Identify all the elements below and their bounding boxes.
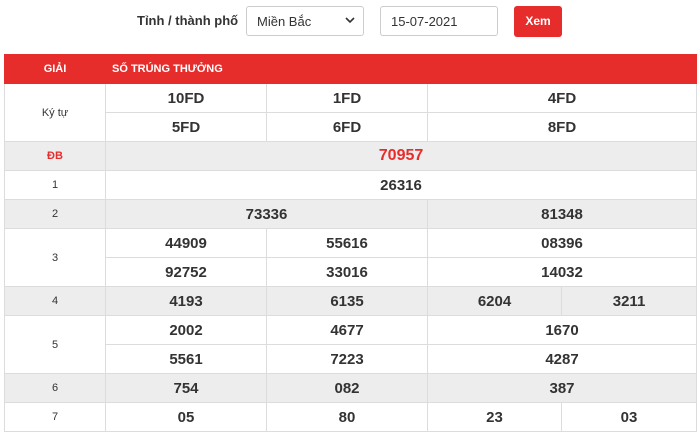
prize-number: 7223: [266, 344, 428, 374]
prize-number: 08396: [426, 228, 698, 258]
prize-number: 387: [426, 373, 698, 403]
prize-number: 4287: [426, 344, 698, 374]
province-select[interactable]: Miền Bắc: [246, 6, 364, 36]
prize-number: 33016: [266, 257, 428, 287]
prize-number: 754: [105, 373, 267, 403]
special-prize-number: 70957: [104, 141, 698, 171]
prize-number: 3211: [560, 286, 698, 316]
row-label-kytu: Ký tự: [4, 83, 106, 142]
row-label-g2: 2: [4, 199, 106, 229]
table-row: 3 44909 55616 08396: [4, 228, 698, 287]
prize-number: 80: [266, 402, 428, 432]
row-label-g1: 1: [4, 170, 106, 200]
prize-number: 2002: [105, 315, 267, 345]
table-row: 4 4193 6135 6204 3211: [4, 286, 698, 316]
table-row: ĐB 70957: [4, 141, 698, 171]
chevron-down-icon: [345, 17, 355, 24]
row-label-g7: 7: [4, 402, 106, 432]
row-label-db: ĐB: [4, 141, 106, 171]
prize-number: 6204: [427, 286, 562, 316]
table-row: 1 26316: [4, 170, 698, 200]
province-select-value: Miền Bắc: [257, 14, 312, 29]
date-input[interactable]: 15-07-2021: [380, 6, 498, 36]
date-input-value: 15-07-2021: [391, 14, 458, 29]
prize-number: 03: [560, 402, 698, 432]
kytu-cell: 10FD: [105, 83, 267, 113]
kytu-cell: 8FD: [426, 112, 698, 142]
prize-number: 05: [105, 402, 267, 432]
prize-number: 92752: [105, 257, 267, 287]
province-label: Tỉnh / thành phố: [137, 13, 239, 28]
prize-number: 5561: [105, 344, 267, 374]
prize-number: 44909: [105, 228, 267, 258]
filter-bar: Tỉnh / thành phố Miền Bắc 15-07-2021 Xem: [0, 0, 700, 52]
prize-number: 6135: [266, 286, 428, 316]
prize-number: 4193: [105, 286, 267, 316]
prize-number: 1670: [426, 315, 698, 345]
table-row: 5FD 6FD 8FD: [5, 112, 698, 142]
prize-number: 4677: [266, 315, 428, 345]
table-row: 92752 33016 14032: [5, 257, 698, 287]
table-row: Ký tự 10FD 1FD 4FD: [4, 83, 698, 142]
prize-number: 73336: [105, 199, 428, 229]
prize-number: 26316: [104, 170, 698, 200]
prize-number: 23: [427, 402, 562, 432]
table-row: 7 05 80 23 03: [4, 402, 698, 432]
table-row: 5 2002 4677 1670: [4, 315, 698, 374]
row-label-g3: 3: [4, 228, 106, 287]
table-header: GIẢI SỐ TRÚNG THƯỞNG: [4, 54, 698, 84]
header-numbers: SỐ TRÚNG THƯỞNG: [104, 54, 698, 84]
prize-number: 55616: [266, 228, 428, 258]
prize-number: 14032: [426, 257, 698, 287]
table-row: 6 754 082 387: [4, 373, 698, 403]
row-label-g6: 6: [4, 373, 106, 403]
row-label-g4: 4: [4, 286, 106, 316]
prize-number: 81348: [426, 199, 698, 229]
kytu-cell: 1FD: [266, 83, 428, 113]
kytu-cell: 5FD: [105, 112, 267, 142]
prize-number: 082: [266, 373, 428, 403]
table-row: 2 73336 81348: [4, 199, 698, 229]
view-button[interactable]: Xem: [514, 6, 562, 37]
header-prize: GIẢI: [4, 54, 106, 84]
results-table: GIẢI SỐ TRÚNG THƯỞNG Ký tự 10FD 1FD 4FD …: [4, 54, 698, 432]
kytu-cell: 4FD: [426, 83, 698, 113]
table-row: 5561 7223 4287: [5, 344, 698, 374]
row-label-g5: 5: [4, 315, 106, 374]
kytu-cell: 6FD: [266, 112, 428, 142]
